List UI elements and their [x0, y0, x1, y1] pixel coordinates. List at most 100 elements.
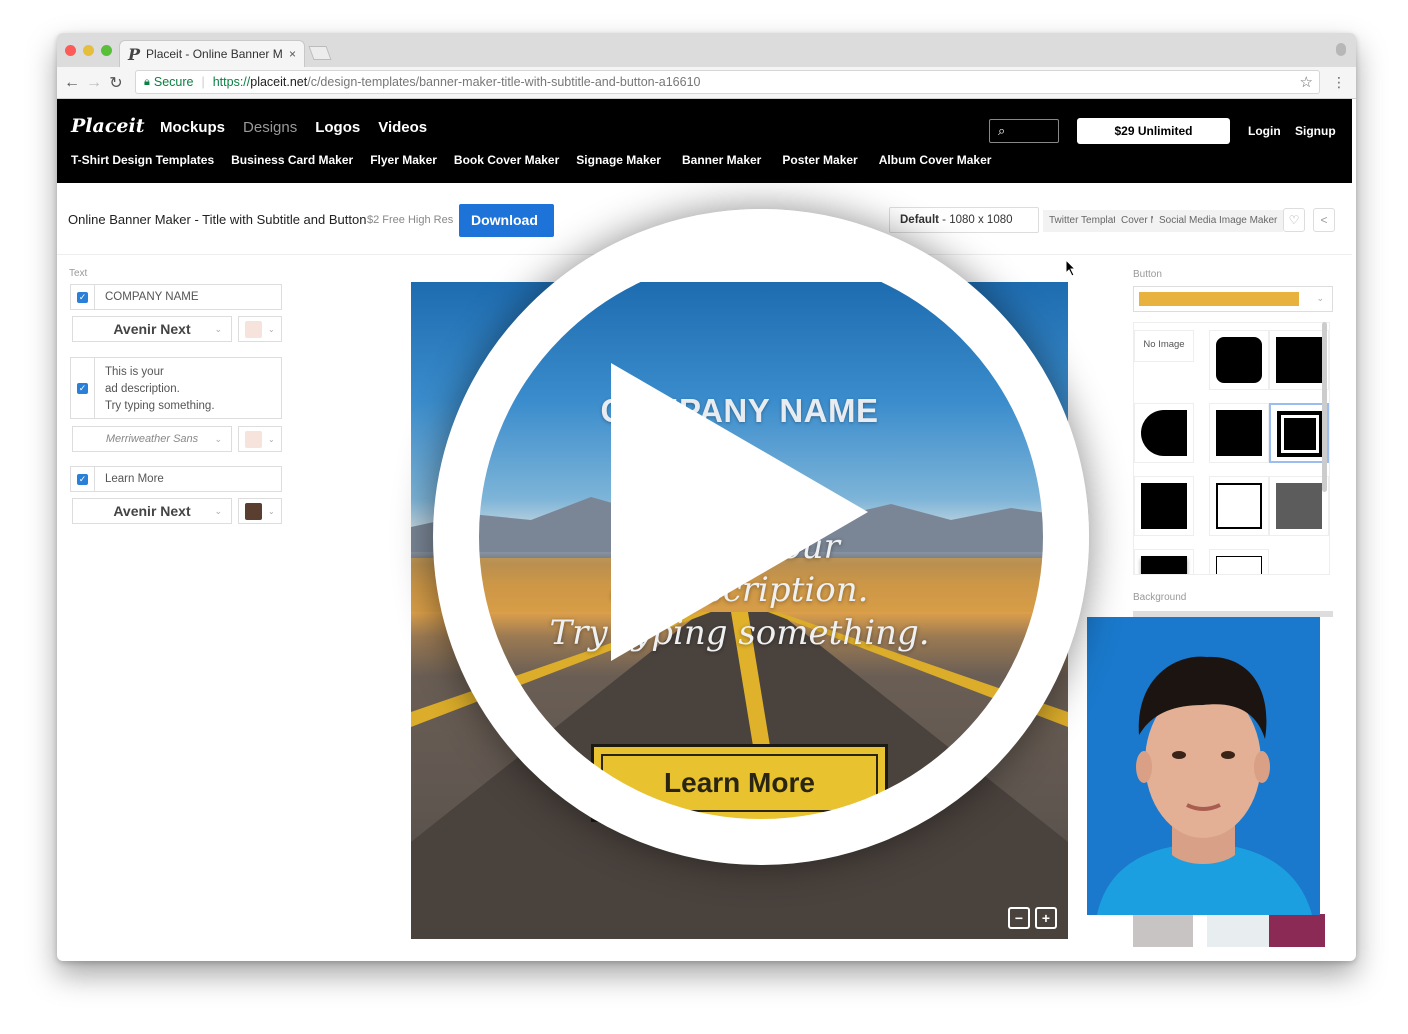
size-select[interactable]: Default - 1080 x 1080	[889, 207, 1039, 233]
new-tab-button[interactable]	[308, 46, 332, 60]
maximize-window-button[interactable]	[101, 45, 112, 56]
subnav-tshirt[interactable]: T-Shirt Design Templates	[71, 153, 214, 167]
font-select-description-value: Merriweather Sans	[105, 433, 199, 445]
url-path: /c/design-templates/banner-maker-title-w…	[307, 75, 701, 89]
style-tile-pill[interactable]	[1134, 403, 1194, 463]
tab-close-icon[interactable]: ×	[289, 47, 296, 61]
checkbox-company[interactable]: ✓	[77, 291, 88, 303]
subnav-banner[interactable]: Banner Maker	[682, 153, 761, 167]
profile-icon[interactable]	[1336, 43, 1346, 56]
checkbox-description[interactable]: ✓	[77, 382, 88, 394]
text-field-company[interactable]: ✓ COMPANY NAME	[70, 284, 282, 310]
text-field-button[interactable]: ✓ Learn More	[70, 466, 282, 492]
zoom-out-icon[interactable]: −	[1008, 907, 1030, 929]
learn-more-value: Learn More	[105, 473, 164, 485]
zoom-in-icon[interactable]: +	[1035, 907, 1057, 929]
description-line-3: Try typing something.	[105, 400, 215, 412]
font-select-button-value: Avenir Next	[113, 503, 191, 519]
button-color-select[interactable]: ⌄	[1133, 286, 1333, 312]
signup-link[interactable]: Signup	[1295, 124, 1336, 138]
subscription-button[interactable]: $29 Unlimited Subscription	[1077, 118, 1230, 164]
font-select-company-value: Avenir Next	[113, 321, 191, 337]
search-icon: ⌕	[998, 123, 1006, 138]
nav-videos[interactable]: Videos	[378, 119, 427, 136]
nav-logos[interactable]: Logos	[315, 119, 360, 136]
background-thumb-1[interactable]	[1133, 914, 1193, 947]
text-field-description[interactable]: ✓ This is your ad description. Try typin…	[70, 357, 282, 419]
style-tile-grey[interactable]	[1269, 476, 1329, 536]
styles-scrollbar[interactable]	[1322, 322, 1327, 492]
font-select-button[interactable]: Avenir Next ⌄	[72, 498, 232, 524]
price-label: $2 Free High Res	[367, 214, 454, 226]
play-button[interactable]	[433, 209, 1089, 865]
style-tile-outline[interactable]	[1209, 476, 1269, 536]
reload-icon[interactable]: ↻	[105, 73, 127, 93]
button-styles-grid: No Image	[1133, 322, 1330, 575]
chip-social-media[interactable]: Social Media Image Maker	[1153, 210, 1284, 232]
button-section-label: Button	[1133, 269, 1162, 280]
font-select-company[interactable]: Avenir Next ⌄	[72, 316, 232, 342]
chevron-down-icon: ⌄	[214, 323, 222, 334]
forward-icon[interactable]: →	[83, 74, 105, 92]
placeit-logo[interactable]: Placeit	[71, 115, 144, 137]
color-select-description[interactable]: ⌄	[238, 426, 282, 452]
subnav-business-card[interactable]: Business Card Maker	[231, 153, 353, 167]
subnav-flyer[interactable]: Flyer Maker	[370, 153, 437, 167]
login-link[interactable]: Login	[1248, 124, 1281, 138]
window-controls	[65, 45, 112, 56]
subnav-signage[interactable]: Signage Maker	[576, 153, 661, 167]
style-tile-double-border[interactable]	[1269, 403, 1329, 463]
share-icon[interactable]: <	[1313, 208, 1335, 232]
style-tile-shadow[interactable]	[1134, 549, 1194, 574]
search-input[interactable]: ⌕	[989, 119, 1059, 143]
presenter-illustration	[1097, 656, 1312, 915]
heart-icon[interactable]: ♡	[1283, 208, 1305, 232]
chevron-down-icon: ⌄	[214, 505, 222, 516]
url-input[interactable]: 🔒︎ Secure | https:// placeit.net /c/desi…	[135, 70, 1320, 94]
site-header: Placeit Mockups Designs Logos Videos T-S…	[57, 99, 1352, 183]
nav-designs[interactable]: Designs	[243, 119, 297, 136]
background-thumb-2[interactable]	[1207, 914, 1275, 947]
subnav-album-cover[interactable]: Album Cover Maker	[879, 153, 992, 167]
style-tile-square[interactable]	[1269, 330, 1329, 390]
presenter-webcam	[1087, 617, 1320, 915]
subnav-poster[interactable]: Poster Maker	[782, 153, 857, 167]
size-select-default: Default	[900, 214, 939, 226]
style-tile-thin-outline[interactable]	[1209, 549, 1269, 574]
company-name-value: COMPANY NAME	[105, 291, 199, 303]
secure-label: Secure	[153, 75, 194, 89]
browser-tab[interactable]: P Placeit - Online Banner Maker ×	[119, 40, 305, 67]
nav-mockups[interactable]: Mockups	[160, 119, 225, 136]
bookmark-star-icon[interactable]: ☆	[1300, 73, 1313, 91]
background-section-label: Background	[1133, 592, 1187, 603]
placeit-favicon-icon: P	[128, 44, 141, 64]
download-button[interactable]: Download	[459, 204, 554, 237]
font-select-description[interactable]: Merriweather Sans ⌄	[72, 426, 232, 452]
subnav-book-cover[interactable]: Book Cover Maker	[454, 153, 559, 167]
color-swatch-button	[245, 502, 262, 520]
color-select-company[interactable]: ⌄	[238, 316, 282, 342]
chevron-down-icon: ⌄	[1316, 293, 1324, 303]
style-tile-rounded[interactable]	[1209, 330, 1269, 390]
sub-nav: T-Shirt Design Templates Business Card M…	[71, 153, 1008, 167]
description-line-1: This is your	[105, 366, 164, 378]
back-icon[interactable]: ←	[61, 74, 83, 92]
browser-menu-icon[interactable]: ⋮	[1332, 74, 1346, 91]
button-color-fill	[1139, 292, 1299, 306]
page-title: Online Banner Maker - Title with Subtitl…	[68, 212, 367, 227]
size-select-dims: - 1080 x 1080	[938, 214, 1013, 226]
style-tile-solid[interactable]	[1209, 403, 1269, 463]
tab-title: Placeit - Online Banner Maker	[146, 47, 283, 61]
color-swatch-description	[245, 430, 262, 448]
chevron-down-icon: ⌄	[268, 324, 275, 334]
style-tile-no-image[interactable]: No Image	[1134, 330, 1194, 362]
description-line-2: ad description.	[105, 383, 180, 395]
style-tile-left-bar[interactable]	[1134, 476, 1194, 536]
minimize-window-button[interactable]	[83, 45, 94, 56]
main-nav: Mockups Designs Logos Videos	[160, 119, 427, 136]
close-window-button[interactable]	[65, 45, 76, 56]
address-bar: ← → ↻ 🔒︎ Secure | https:// placeit.net /…	[57, 67, 1356, 99]
color-select-button[interactable]: ⌄	[238, 498, 282, 524]
background-thumb-3[interactable]	[1269, 914, 1325, 947]
checkbox-button[interactable]: ✓	[77, 473, 88, 485]
